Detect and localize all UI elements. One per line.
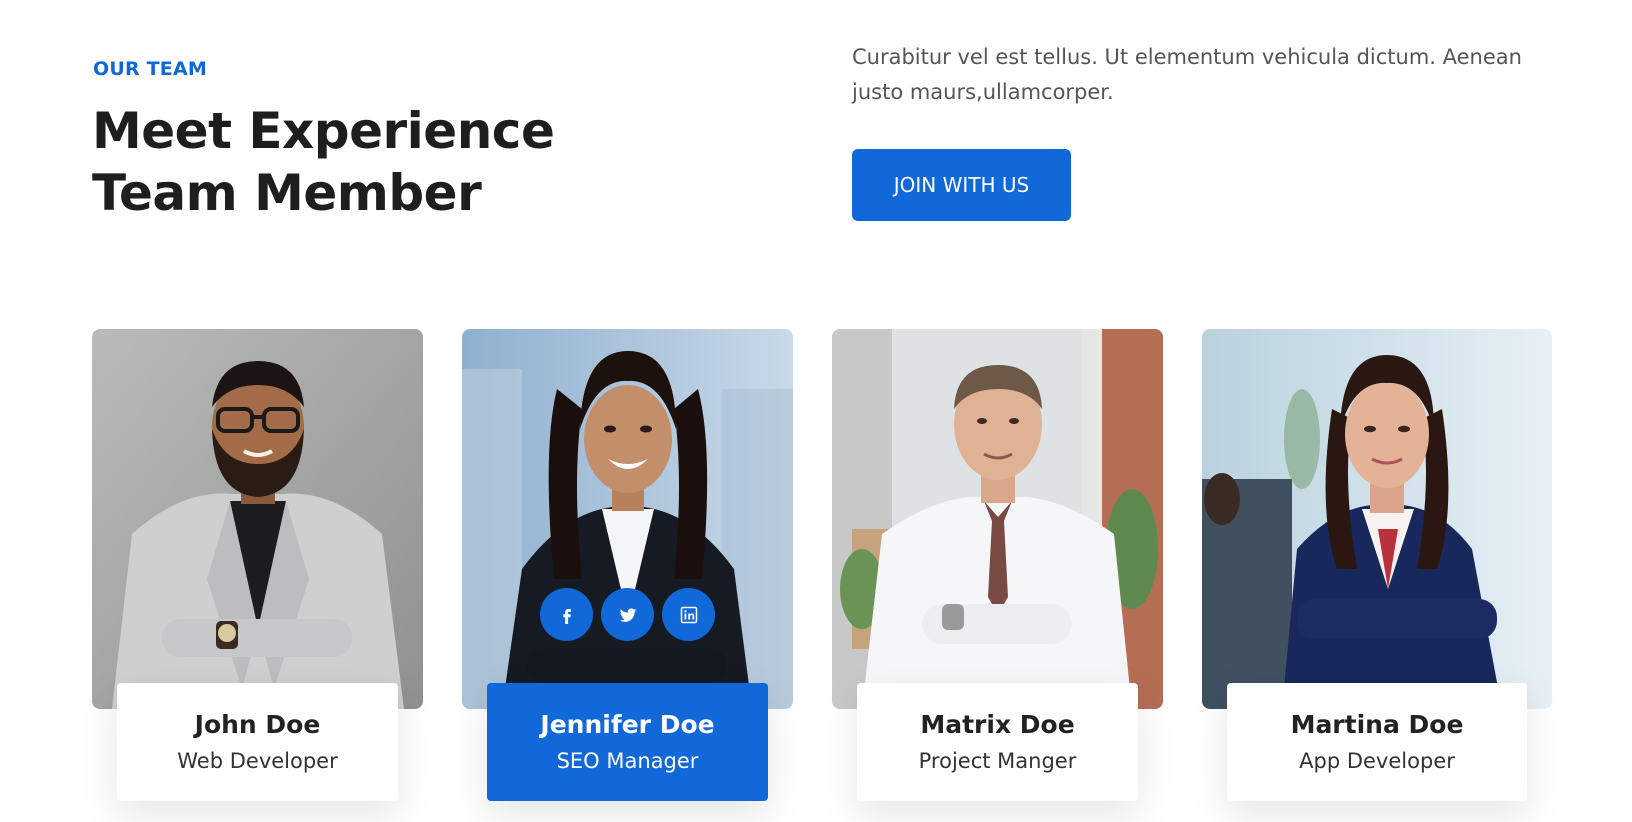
section-eyebrow: OUR TEAM <box>93 58 207 80</box>
social-links <box>540 588 715 641</box>
team-member-info: Jennifer Doe SEO Manager <box>487 683 768 801</box>
team-member-name: John Doe <box>194 710 321 739</box>
team-member-name: Matrix Doe <box>920 710 1075 739</box>
team-member-info: John Doe Web Developer <box>117 683 398 801</box>
team-card-john-doe[interactable]: John Doe Web Developer <box>92 329 423 801</box>
team-member-role: App Developer <box>1299 749 1455 773</box>
facebook-icon[interactable] <box>540 588 593 641</box>
team-member-name: Martina Doe <box>1290 710 1464 739</box>
team-member-role: Project Manger <box>918 749 1077 773</box>
section-intro: Curabitur vel est tellus. Ut elementum v… <box>852 45 1522 104</box>
join-with-us-button[interactable]: JOIN WITH US <box>852 149 1071 221</box>
section-title: Meet Experience Team Member <box>92 100 692 224</box>
section-title-line1: Meet Experience <box>92 102 555 160</box>
team-card-martina-doe[interactable]: Martina Doe App Developer <box>1202 329 1552 801</box>
team-card-jennifer-doe[interactable]: Jennifer Doe SEO Manager <box>462 329 793 801</box>
linkedin-icon[interactable] <box>662 588 715 641</box>
team-member-role: Web Developer <box>177 749 338 773</box>
twitter-icon[interactable] <box>601 588 654 641</box>
team-member-photo <box>92 329 423 709</box>
team-card-matrix-doe[interactable]: Matrix Doe Project Manger <box>832 329 1163 801</box>
team-member-info: Martina Doe App Developer <box>1227 683 1527 801</box>
section-title-line2: Team Member <box>92 164 482 222</box>
team-member-photo <box>462 329 793 709</box>
team-member-name: Jennifer Doe <box>540 710 715 739</box>
team-member-info: Matrix Doe Project Manger <box>857 683 1138 801</box>
team-member-photo <box>832 329 1163 709</box>
team-member-photo <box>1202 329 1552 709</box>
team-member-role: SEO Manager <box>556 749 699 773</box>
